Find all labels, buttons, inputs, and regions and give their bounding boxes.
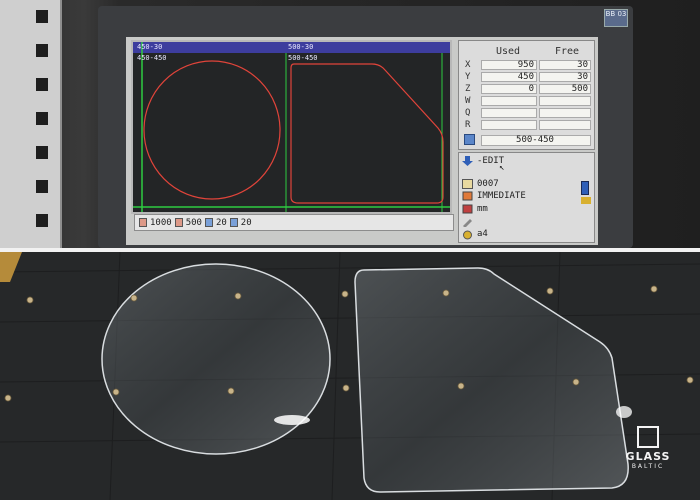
used-value-field[interactable] bbox=[481, 108, 537, 118]
cutting-table-scene bbox=[0, 252, 700, 500]
shape-preview-svg bbox=[133, 42, 450, 212]
status-value: 500 bbox=[185, 217, 202, 228]
sheet-width-icon bbox=[139, 218, 147, 227]
rack-slot bbox=[36, 10, 48, 23]
shape-preview-canvas: 450-30 500-30 450-450 500-450 bbox=[131, 40, 452, 214]
trapezoid-shape-outline bbox=[290, 63, 444, 204]
overlay-label: 500-450 bbox=[288, 54, 318, 62]
pause-icon[interactable] bbox=[581, 181, 589, 195]
cutting-table-photo: GLASS BALTIC bbox=[0, 252, 700, 500]
rack-slot bbox=[36, 146, 48, 159]
controller-photo: BB 03 450-30 500-30 450-450 500-450 1000… bbox=[0, 0, 700, 248]
axis-value-panel: Used Free X 950 30 Y 450 30 Z 0 500 W Q … bbox=[458, 40, 595, 150]
axis-label: Z bbox=[465, 84, 471, 94]
mouse-cursor-icon: ↖ bbox=[499, 163, 505, 173]
logo-subword: BALTIC bbox=[631, 463, 665, 470]
free-value-field[interactable] bbox=[539, 120, 591, 130]
execution-state: IMMEDIATE bbox=[477, 191, 526, 201]
free-value-field[interactable] bbox=[539, 108, 591, 118]
status-value: 20 bbox=[240, 217, 252, 228]
program-icon bbox=[462, 179, 473, 189]
sheet-grid-icon bbox=[464, 134, 475, 145]
execution-icon bbox=[462, 191, 473, 201]
rack-slot bbox=[36, 44, 48, 57]
status-value: 20 bbox=[215, 217, 227, 228]
axis-label: Y bbox=[465, 72, 471, 82]
margin-x-icon bbox=[229, 218, 238, 227]
used-column-header: Used bbox=[496, 46, 521, 57]
status-info-panel: -EDIT ↖ 0007 IMMEDIATE mm a4 bbox=[458, 152, 595, 243]
indicator-icon bbox=[581, 197, 591, 204]
circle-shape-outline bbox=[143, 60, 281, 200]
unit-icon bbox=[462, 204, 473, 214]
glass-baltic-logo: GLASS BALTIC bbox=[620, 426, 676, 474]
overlay-label: 450-450 bbox=[137, 54, 167, 62]
free-value-field[interactable] bbox=[539, 96, 591, 106]
brand-badge: BB 03 bbox=[604, 9, 628, 27]
tool-text: a4 bbox=[477, 229, 488, 239]
program-number: 0007 bbox=[477, 179, 499, 189]
axis-label: X bbox=[465, 60, 471, 70]
logo-mark bbox=[637, 426, 659, 448]
margin-y-icon bbox=[204, 218, 213, 227]
sheet-size-field[interactable]: 500-450 bbox=[481, 135, 591, 146]
pencil-icon bbox=[463, 219, 472, 227]
used-value-field[interactable] bbox=[481, 120, 537, 130]
rack-slot bbox=[36, 180, 48, 193]
used-value-field[interactable] bbox=[481, 96, 537, 106]
rack-slot bbox=[36, 214, 48, 227]
glare-highlight bbox=[616, 406, 632, 418]
free-value-field[interactable]: 500 bbox=[539, 84, 591, 94]
axis-label: R bbox=[465, 120, 471, 130]
rack-slot bbox=[36, 78, 48, 91]
used-value-field[interactable]: 450 bbox=[481, 72, 537, 82]
status-bar: 1000 500 20 20 bbox=[134, 214, 454, 231]
used-value-field[interactable]: 0 bbox=[481, 84, 537, 94]
free-value-field[interactable]: 30 bbox=[539, 72, 591, 82]
free-column-header: Free bbox=[555, 46, 580, 57]
sheet-height-icon bbox=[174, 218, 183, 227]
rack-slot bbox=[36, 112, 48, 125]
round-glass-piece bbox=[101, 263, 331, 455]
axis-label: W bbox=[465, 96, 471, 106]
tool-icon bbox=[463, 230, 472, 240]
overlay-label: 500-30 bbox=[288, 43, 314, 51]
logo-word: GLASS bbox=[625, 450, 671, 463]
glare-highlight bbox=[274, 415, 310, 425]
status-value: 1000 bbox=[150, 217, 172, 228]
down-arrow-icon bbox=[462, 156, 473, 166]
used-value-field[interactable]: 950 bbox=[481, 60, 537, 70]
overlay-label: 450-30 bbox=[137, 43, 163, 51]
free-value-field[interactable]: 30 bbox=[539, 60, 591, 70]
equipment-rack bbox=[0, 0, 62, 248]
unit-text: mm bbox=[477, 204, 488, 214]
axis-label: Q bbox=[465, 108, 471, 118]
